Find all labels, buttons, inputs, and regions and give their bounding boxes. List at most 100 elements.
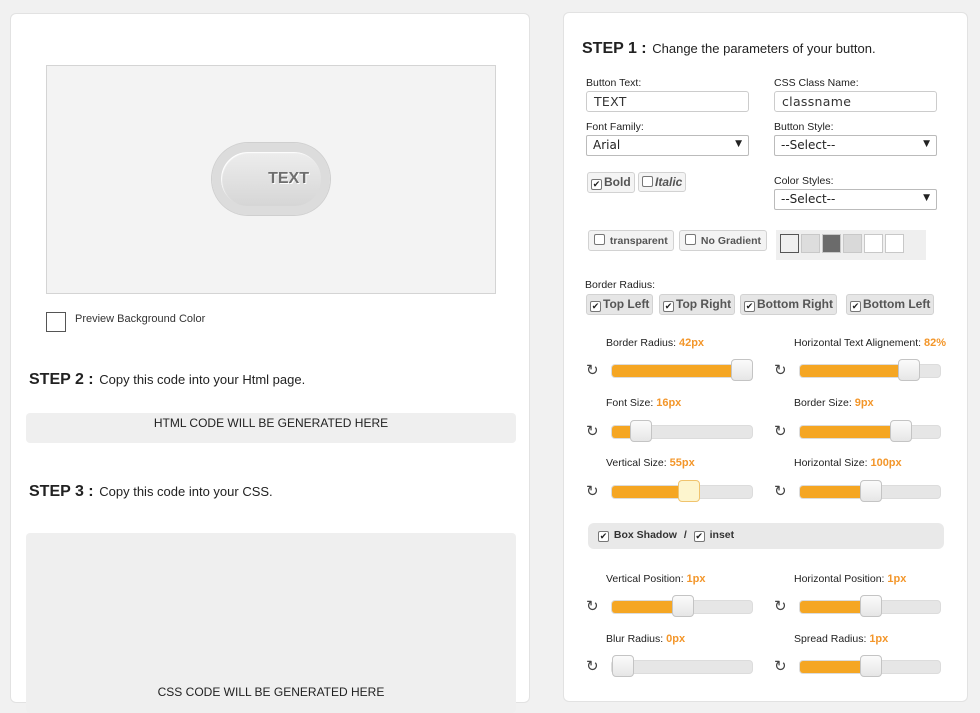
preview-button[interactable]: TEXT: [212, 143, 330, 215]
italic-toggle[interactable]: Italic: [638, 172, 687, 192]
corner-top-left-toggle[interactable]: ✔ Top Left: [586, 294, 654, 315]
slider-thumb[interactable]: [678, 480, 700, 502]
reset-icon[interactable]: ↻: [586, 363, 599, 378]
slider-thumb[interactable]: [860, 655, 882, 677]
box-shadow-checkbox[interactable]: ✔: [598, 531, 609, 542]
slider-track-border-size[interactable]: [799, 420, 941, 442]
slider-track-h-position[interactable]: [799, 595, 941, 617]
step3-heading: STEP 3 : Copy this code into your CSS.: [29, 483, 273, 501]
preview-panel: TEXT Preview Background Color STEP 2 : C…: [10, 13, 530, 713]
bold-label: Bold: [604, 175, 631, 189]
slider-thumb[interactable]: [630, 420, 652, 442]
slider-track-vertical-size[interactable]: [611, 480, 753, 502]
bold-checkbox[interactable]: ✔: [591, 179, 602, 190]
corner-label: Top Left: [603, 297, 650, 311]
slider-label-text: Horizontal Size:: [794, 457, 868, 469]
font-family-value: Arial: [593, 138, 621, 152]
slider-value: 82%: [923, 337, 946, 349]
button-text-input[interactable]: TEXT: [586, 91, 749, 112]
shadow-separator: /: [683, 529, 687, 541]
slider-thumb[interactable]: [672, 595, 694, 617]
preview-bg-color-label: Preview Background Color: [75, 313, 206, 325]
slider-thumb[interactable]: [730, 359, 753, 381]
color-swatch[interactable]: [780, 234, 799, 253]
corner-bottom-left-toggle[interactable]: ✔ Bottom Left: [846, 294, 935, 315]
settings-panel: [563, 12, 968, 702]
reset-icon[interactable]: ↻: [586, 659, 599, 674]
corner-top-right-toggle[interactable]: ✔ Top Right: [659, 294, 736, 315]
slider-thumb[interactable]: [898, 359, 921, 381]
slider-label-border-size: Border Size: 9px: [794, 397, 874, 409]
transparent-checkbox[interactable]: [594, 234, 605, 245]
preview-bg-color-picker[interactable]: [46, 312, 66, 332]
corner-label: Bottom Right: [757, 297, 833, 311]
button-style-select[interactable]: --Select-- ▼: [774, 135, 937, 156]
slider-track-blur-radius[interactable]: [611, 655, 753, 677]
corner-checkbox[interactable]: ✔: [744, 301, 755, 312]
slider-label-text: Spread Radius:: [794, 633, 867, 645]
slider-label-text: Border Size:: [794, 397, 852, 409]
no-gradient-checkbox[interactable]: [685, 234, 696, 245]
corner-label: Bottom Left: [863, 297, 931, 311]
slider-label-vertical-size: Vertical Size: 55px: [606, 457, 695, 469]
slider-label-border-radius: Border Radius: 42px: [606, 337, 704, 349]
corner-bottom-right-toggle[interactable]: ✔ Bottom Right: [740, 294, 837, 315]
slider-thumb[interactable]: [890, 420, 912, 442]
corner-checkbox[interactable]: ✔: [590, 301, 601, 312]
slider-track-h-text-align[interactable]: [799, 359, 941, 381]
reset-icon[interactable]: ↻: [586, 424, 599, 439]
reset-icon[interactable]: ↻: [774, 363, 787, 378]
slider-label-text: Horizontal Position:: [794, 573, 885, 585]
slider-track-horizontal-size[interactable]: [799, 480, 941, 502]
slider-track-v-position[interactable]: [611, 595, 753, 617]
slider-label-text: Horizontal Text Alignement:: [794, 337, 922, 349]
transparent-toggle[interactable]: transparent: [588, 230, 674, 251]
color-swatch[interactable]: [864, 234, 883, 253]
step3-title: STEP 3 :: [29, 483, 94, 500]
font-family-select[interactable]: Arial ▼: [586, 135, 749, 156]
slider-label-v-position: Vertical Position: 1px: [606, 573, 706, 585]
reset-icon[interactable]: ↻: [586, 599, 599, 614]
slider-label-blur-radius: Blur Radius: 0px: [606, 633, 685, 645]
slider-track-font-size[interactable]: [611, 420, 753, 442]
slider-label-spread-radius: Spread Radius: 1px: [794, 633, 888, 645]
dropdown-arrow-icon: ▼: [735, 139, 742, 149]
inset-checkbox[interactable]: ✔: [693, 531, 705, 542]
slider-value: 55px: [669, 457, 695, 469]
slider-label-font-size: Font Size: 16px: [606, 397, 681, 409]
reset-icon[interactable]: ↻: [774, 484, 787, 499]
inset-label: inset: [709, 529, 735, 541]
slider-thumb[interactable]: [860, 480, 882, 502]
css-class-input[interactable]: classname: [774, 91, 937, 112]
slider-track-spread-radius[interactable]: [799, 655, 941, 677]
corner-checkbox[interactable]: ✔: [850, 301, 861, 312]
border-radius-label: Border Radius:: [585, 279, 656, 291]
no-gradient-toggle[interactable]: No Gradient: [679, 230, 768, 251]
bold-toggle[interactable]: ✔ Bold: [587, 172, 635, 193]
slider-label-horizontal-size: Horizontal Size: 100px: [794, 457, 902, 469]
slider-thumb[interactable]: [860, 595, 882, 617]
color-swatch[interactable]: [843, 234, 862, 253]
button-style-value: --Select--: [781, 138, 836, 152]
reset-icon[interactable]: ↻: [586, 484, 599, 499]
reset-icon[interactable]: ↻: [774, 424, 787, 439]
color-swatch[interactable]: [801, 234, 820, 253]
css-code-output[interactable]: CSS CODE WILL BE GENERATED HERE: [26, 533, 516, 713]
corner-label: Top Right: [676, 297, 732, 311]
slider-value: 9px: [854, 397, 874, 409]
button-style-label: Button Style:: [774, 121, 834, 133]
slider-label-text: Vertical Position:: [606, 573, 684, 585]
color-swatch-strip: [776, 230, 926, 260]
slider-thumb[interactable]: [612, 655, 634, 677]
reset-icon[interactable]: ↻: [774, 659, 787, 674]
step2-title: STEP 2 :: [29, 371, 94, 388]
color-swatch[interactable]: [885, 234, 904, 253]
corner-checkbox[interactable]: ✔: [663, 301, 674, 312]
italic-checkbox[interactable]: [642, 176, 653, 187]
slider-label-text: Font Size:: [606, 397, 654, 409]
color-styles-select[interactable]: --Select-- ▼: [774, 189, 937, 210]
color-swatch[interactable]: [822, 234, 841, 253]
reset-icon[interactable]: ↻: [774, 599, 787, 614]
slider-track-border-radius[interactable]: [611, 359, 753, 381]
html-code-output[interactable]: HTML CODE WILL BE GENERATED HERE: [26, 413, 516, 443]
